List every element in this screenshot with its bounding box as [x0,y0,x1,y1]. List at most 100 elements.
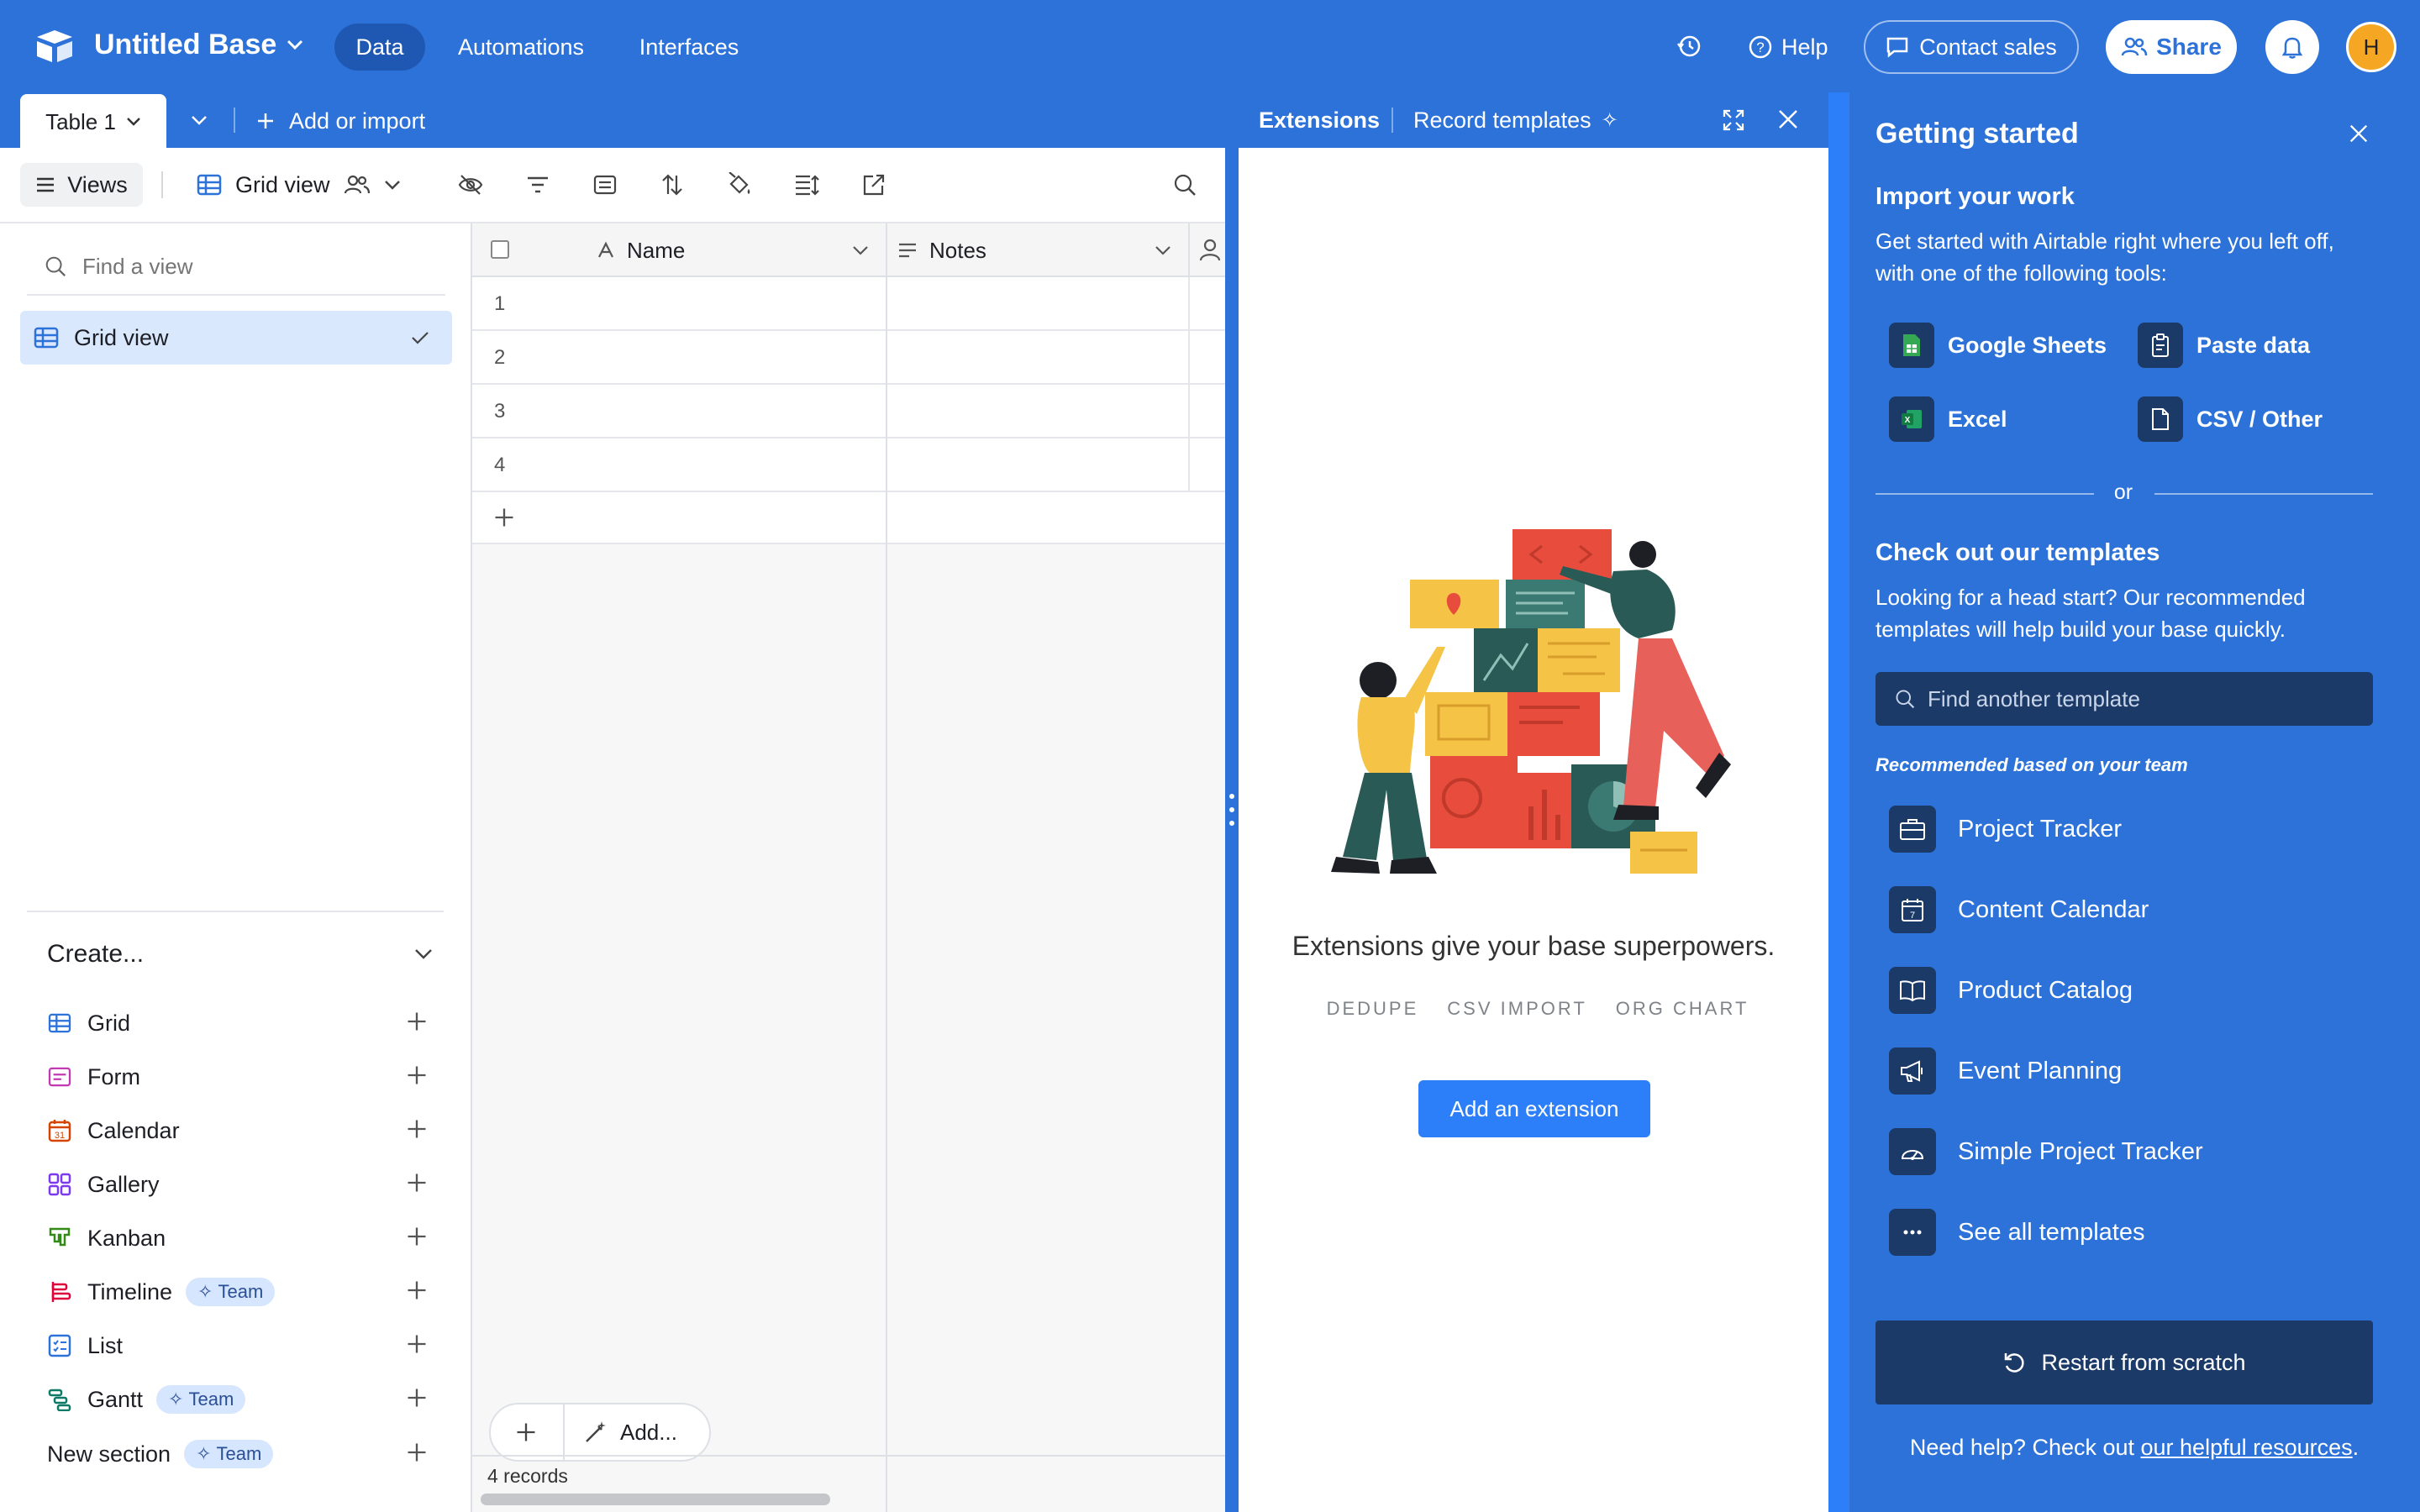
create-grid[interactable]: Grid [47,1002,450,1044]
nav-interfaces[interactable]: Interfaces [622,24,756,71]
plus-icon[interactable] [405,1063,429,1087]
create-timeline[interactable]: Timeline ✧ Team [47,1271,450,1313]
hide-fields-icon[interactable] [454,168,487,202]
view-sidebar [0,223,472,1512]
plus-icon[interactable] [405,1278,429,1302]
tab-record-templates[interactable]: Record templates ✧ [1413,108,1618,134]
add-record-button[interactable] [489,1403,565,1462]
plus-icon[interactable] [405,1332,429,1356]
template-see-all[interactable]: See all templates [1889,1206,2144,1258]
notifications-button[interactable] [2265,20,2319,74]
base-name[interactable]: Untitled Base [94,29,276,61]
create-form[interactable]: Form [47,1056,450,1098]
contact-sales-button[interactable]: Contact sales [1864,20,2079,74]
filter-icon[interactable] [521,168,555,202]
plus-icon[interactable] [405,1386,429,1410]
template-event-planning[interactable]: Event Planning [1889,1045,2122,1097]
help-label: Help [1781,34,1828,60]
create-calendar[interactable]: 31 Calendar [47,1110,450,1152]
airtable-logo-icon[interactable] [34,29,76,64]
chat-icon [1886,37,1908,58]
horizontal-scrollbar[interactable] [481,1494,830,1505]
create-gantt[interactable]: Gantt ✧ Team [47,1378,450,1420]
group-icon[interactable] [588,168,622,202]
nav-automations[interactable]: Automations [445,24,597,71]
row-height-icon[interactable] [790,168,823,202]
import-google-sheets[interactable]: Google Sheets [1889,319,2107,371]
help-resources: Need help? Check out our helpful resourc… [1849,1435,2420,1461]
share-button[interactable]: Share [2106,20,2237,74]
tab-extensions[interactable]: Extensions [1259,108,1380,134]
gallery-icon [47,1172,72,1197]
table-row[interactable] [472,438,1225,492]
restart-from-scratch-button[interactable]: Restart from scratch [1876,1320,2373,1404]
close-icon[interactable] [2348,123,2370,144]
add-row[interactable] [472,492,1225,544]
all-tables-chevron-icon[interactable] [190,114,208,126]
create-section-header[interactable]: Create... [47,936,434,973]
find-view-input[interactable] [82,253,418,280]
getting-started-title: Getting started [1876,118,2079,150]
search-icon[interactable] [1168,168,1202,202]
expand-icon[interactable] [1721,108,1746,133]
helpful-resources-link[interactable]: our helpful resources [2141,1435,2353,1460]
base-menu-chevron-icon[interactable] [286,39,304,50]
or-label: or [2113,480,2133,504]
plus-icon[interactable] [405,1171,429,1194]
row-number: 4 [494,454,506,476]
or-divider-left [1876,493,2094,495]
templates-description: templates will help build your base quic… [1876,617,2286,642]
record-count: 4 records [487,1465,568,1487]
sort-icon[interactable] [655,168,689,202]
add-record-plus-icon[interactable] [492,506,516,529]
table-row[interactable] [472,385,1225,438]
template-search-input[interactable] [1928,685,2365,712]
color-icon[interactable] [723,168,756,202]
add-label: Add... [620,1419,677,1445]
add-or-import-button[interactable]: Add or import [255,104,425,138]
column-header-name[interactable]: Name [597,223,886,277]
select-all-checkbox[interactable] [491,240,509,259]
template-product-catalog[interactable]: Product Catalog [1889,964,2133,1016]
template-simple-project-tracker[interactable]: Simple Project Tracker [1889,1126,2203,1178]
team-badge-label: Team [188,1389,234,1410]
close-icon[interactable] [1776,108,1800,131]
extension-tags: DEDUPE CSV IMPORT ORG CHART [1286,998,1790,1023]
create-kanban[interactable]: Kanban [47,1217,450,1259]
avatar[interactable]: H [2346,22,2396,72]
create-new-section[interactable]: New section ✧ Team [47,1433,450,1475]
history-icon[interactable] [1676,32,1704,60]
view-switcher[interactable]: Grid view [197,168,401,202]
plus-icon[interactable] [405,1010,429,1033]
template-search-field[interactable] [1876,672,2373,726]
sidebar-view-grid[interactable]: Grid view [20,311,452,365]
share-label: Share [2156,34,2222,60]
column-header-notes[interactable]: Notes [897,223,1190,277]
create-list[interactable]: List [47,1325,450,1367]
table-tab-label: Table 1 [45,108,116,134]
template-content-calendar[interactable]: 7 Content Calendar [1889,884,2149,936]
nav-data[interactable]: Data [334,24,425,71]
import-csv-other[interactable]: CSV / Other [2138,393,2323,445]
views-button[interactable]: Views [20,163,143,207]
book-icon [1889,967,1936,1014]
plus-icon[interactable] [405,1441,429,1464]
add-or-import-label: Add or import [289,108,426,134]
plus-icon[interactable] [405,1225,429,1248]
plus-icon[interactable] [405,1117,429,1141]
user-field-icon[interactable] [1198,237,1222,262]
find-view-field[interactable] [27,239,445,296]
share-view-icon[interactable] [857,168,891,202]
row-number: 1 [494,292,506,315]
create-gallery[interactable]: Gallery [47,1163,450,1205]
tab-table-1[interactable]: Table 1 [20,94,166,150]
import-paste-data[interactable]: Paste data [2138,319,2310,371]
table-row[interactable] [472,277,1225,331]
template-project-tracker[interactable]: Project Tracker [1889,803,2122,855]
help-button[interactable]: ? Help [1748,30,1828,64]
import-excel[interactable]: X Excel [1889,393,2007,445]
table-row[interactable] [472,331,1225,385]
import-tool-label: Excel [1948,406,2007,432]
add-with-ai-button[interactable]: Add... [583,1403,677,1462]
add-extension-button[interactable]: Add an extension [1418,1080,1650,1137]
